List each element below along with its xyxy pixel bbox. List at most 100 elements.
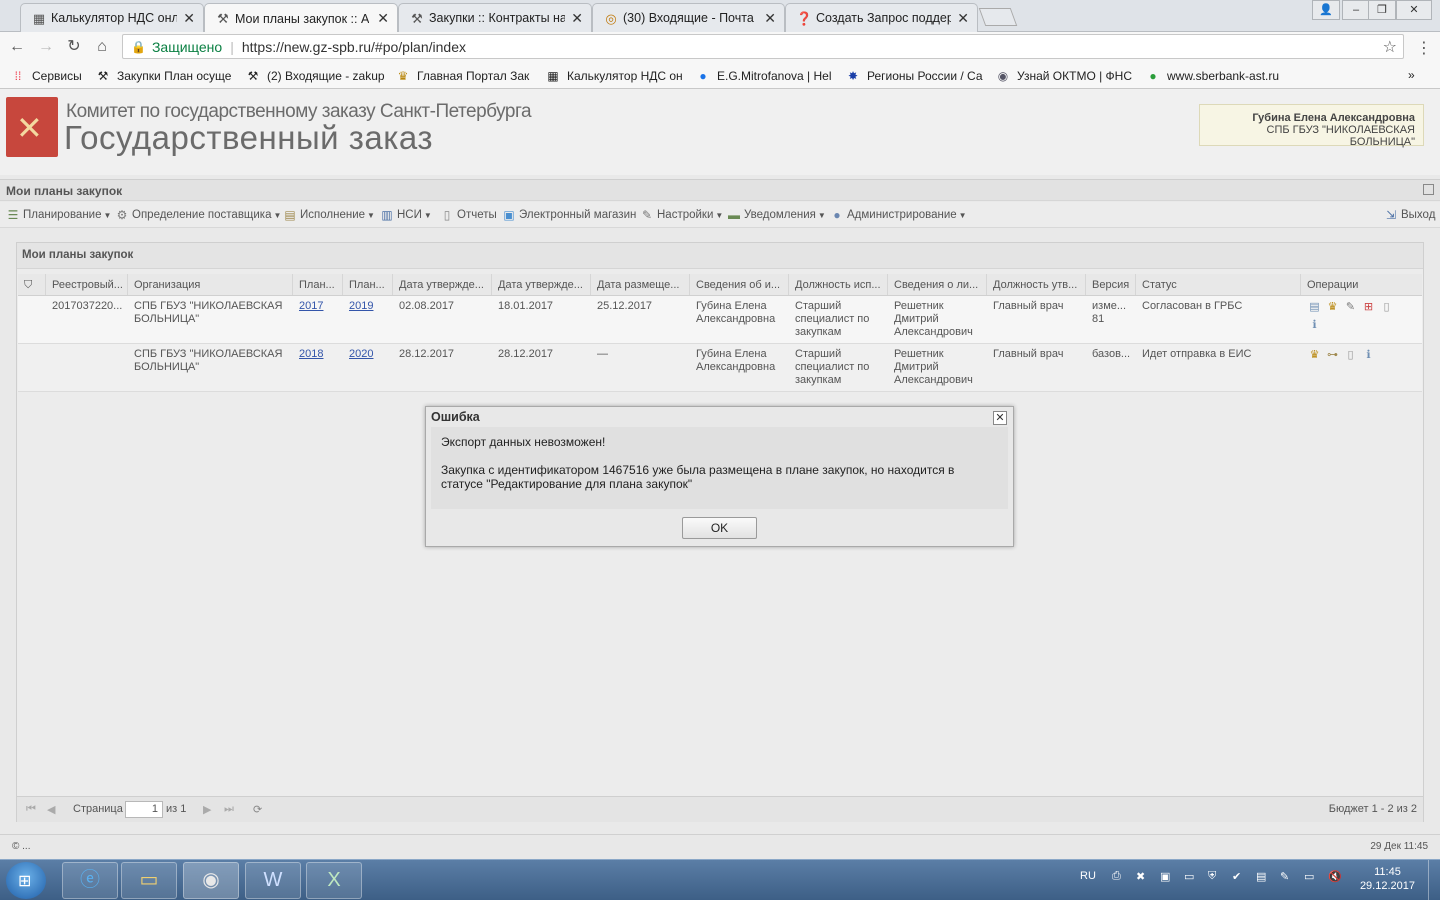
prev-page-icon[interactable]: ◀ — [47, 803, 55, 816]
column-header-approver-position[interactable]: Должность утв... — [987, 274, 1086, 295]
back-arrow-icon[interactable]: ← — [7, 37, 27, 57]
tab-contracts[interactable]: ⚒ Закупки :: Контракты на ✕ — [398, 3, 592, 32]
close-tab-icon[interactable]: ✕ — [764, 10, 776, 27]
column-header-approval-date-1[interactable]: Дата утвержде... — [393, 274, 492, 295]
bookmark-oktmo[interactable]: ◉ Узнай ОКТМО | ФНС — [995, 68, 1132, 84]
menu-supplier-selection[interactable]: ⚙ Определение поставщика ▼ — [115, 208, 282, 222]
tab-support-request[interactable]: ❓ Создать Запрос поддер ✕ — [785, 3, 978, 32]
plan-to-link[interactable]: 2019 — [349, 300, 373, 312]
column-header-registry[interactable]: Реестровый... — [46, 274, 128, 295]
table-row[interactable]: 2017037220... СПБ ГБУЗ "НИКОЛАЕВСКАЯ БОЛ… — [18, 296, 1422, 344]
column-header-status[interactable]: Статус — [1136, 274, 1301, 295]
tray-app-icon[interactable]: ▣ — [1160, 870, 1170, 883]
shield-icon[interactable]: ⛨ — [1208, 870, 1216, 883]
logout-button[interactable]: ⇲ Выход — [1384, 208, 1435, 222]
menu-notifications[interactable]: ▬ Уведомления ▼ — [727, 208, 826, 222]
start-button[interactable]: ⊞ — [6, 862, 46, 899]
forward-arrow-icon[interactable]: → — [36, 37, 56, 57]
bookmark-inbox-zakup[interactable]: ⚒ (2) Входящие - zakup — [245, 68, 385, 84]
bookmark-portal[interactable]: ♛ Главная Портал Зак — [395, 68, 530, 84]
bookmark-mitrofanova[interactable]: ● E.G.Mitrofanova | Hel — [695, 68, 831, 84]
edit-pencil-icon[interactable]: ✎ — [1343, 300, 1358, 315]
security-check-icon[interactable]: ✔ — [1232, 870, 1241, 883]
system-clock[interactable]: 11:45 29.12.2017 — [1360, 865, 1415, 893]
add-row-icon[interactable]: ⊞ — [1361, 300, 1376, 315]
printer-icon[interactable]: ⎙ — [1112, 870, 1121, 883]
close-tab-icon[interactable]: ✕ — [183, 10, 195, 27]
close-window-button[interactable]: ✕ — [1396, 0, 1432, 20]
tab-procurement-plans[interactable]: ⚒ Мои планы закупок :: А ✕ — [204, 3, 398, 33]
collapse-panel-button[interactable] — [1423, 184, 1434, 195]
show-desktop-button[interactable] — [1428, 860, 1440, 900]
close-icon[interactable]: ✕ — [993, 411, 1007, 425]
menu-reports[interactable]: ▯ Отчеты — [440, 208, 497, 222]
emblem-icon[interactable]: ♛ — [1325, 300, 1340, 315]
bookmark-services[interactable]: ⁞⁞ Сервисы — [10, 68, 82, 84]
plan-to-link[interactable]: 2020 — [349, 348, 373, 360]
internet-explorer-icon[interactable]: ⓔ — [62, 862, 118, 899]
column-header-approval-date-2[interactable]: Дата утвержде... — [492, 274, 591, 295]
antivirus-icon[interactable]: ✎ — [1280, 870, 1289, 883]
display-icon[interactable]: ▭ — [1304, 870, 1314, 883]
excel-icon[interactable]: X — [306, 862, 362, 899]
ok-button[interactable]: OK — [682, 517, 757, 539]
export-document-icon[interactable]: ▤ — [1307, 300, 1322, 315]
tab-inbox[interactable]: ◎ (30) Входящие - Почта ✕ — [592, 3, 785, 32]
new-tab-button[interactable] — [978, 8, 1018, 26]
column-header-version[interactable]: Версия — [1086, 274, 1136, 295]
word-icon[interactable]: W — [245, 862, 301, 899]
bookmark-vat-calculator[interactable]: ▦ Калькулятор НДС он — [545, 68, 682, 84]
network-error-icon[interactable]: ✖ — [1136, 870, 1145, 883]
column-header-executor-info[interactable]: Сведения об и... — [690, 274, 789, 295]
device-icon[interactable]: ▭ — [1184, 870, 1194, 883]
column-header-plan-from[interactable]: План... — [293, 274, 343, 295]
table-row[interactable]: СПБ ГБУЗ "НИКОЛАЕВСКАЯ БОЛЬНИЦА" 2018 20… — [18, 344, 1422, 392]
last-page-icon[interactable]: ⏭ — [224, 803, 234, 816]
browser-menu-icon[interactable]: ⋮ — [1416, 38, 1432, 58]
close-tab-icon[interactable]: ✕ — [377, 10, 389, 27]
info-icon[interactable]: ℹ — [1361, 348, 1376, 363]
chrome-icon[interactable]: ◉ — [183, 862, 239, 899]
profile-icon[interactable]: 👤 — [1312, 0, 1340, 20]
bookmark-sberbank-ast[interactable]: ● www.sberbank-ast.ru — [1145, 68, 1279, 84]
column-header-approver-info[interactable]: Сведения о ли... — [888, 274, 987, 295]
url-input[interactable]: 🔒 Защищено | https://new.gz-spb.ru/#po/p… — [122, 34, 1404, 59]
bookmarks-overflow-icon[interactable]: » — [1408, 68, 1415, 82]
bookmark-star-icon[interactable]: ☆ — [1383, 37, 1397, 57]
language-indicator[interactable]: RU — [1080, 870, 1096, 882]
column-header-executor-position[interactable]: Должность исп... — [789, 274, 888, 295]
bookmark-regions[interactable]: ✸ Регионы России / Са — [845, 68, 983, 84]
tab-vat-calculator[interactable]: ▦ Калькулятор НДС онлай ✕ — [20, 3, 204, 32]
close-tab-icon[interactable]: ✕ — [957, 10, 969, 27]
menu-e-shop[interactable]: ▣ Электронный магазин — [502, 208, 636, 222]
menu-execution[interactable]: ▤ Исполнение ▼ — [283, 208, 375, 222]
column-header-plan-to[interactable]: План... — [343, 274, 393, 295]
plan-from-link[interactable]: 2017 — [299, 300, 323, 312]
page-number-input[interactable]: 1 — [125, 801, 163, 818]
filter-column-header[interactable]: ⛉ — [18, 274, 46, 295]
tree-icon[interactable]: ⊶ — [1325, 348, 1340, 363]
info-icon[interactable]: ℹ — [1307, 318, 1322, 333]
refresh-icon[interactable]: ⟳ — [253, 803, 262, 816]
restore-button[interactable]: ❐ — [1368, 0, 1396, 20]
plan-from-link[interactable]: 2018 — [299, 348, 323, 360]
menu-settings[interactable]: ✎ Настройки ▼ — [640, 208, 723, 222]
minimize-button[interactable]: – — [1342, 0, 1370, 20]
home-icon[interactable]: ⌂ — [92, 37, 112, 57]
close-tab-icon[interactable]: ✕ — [571, 10, 583, 27]
volume-muted-icon[interactable]: 🔇 — [1328, 870, 1342, 883]
document-icon[interactable]: ▯ — [1379, 300, 1394, 315]
column-header-publish-date[interactable]: Дата размеще... — [591, 274, 690, 295]
first-page-icon[interactable]: ⏮ — [26, 803, 36, 816]
tray-utility-icon[interactable]: ▤ — [1256, 870, 1266, 883]
bookmark-procurement-plan[interactable]: ⚒ Закупки План осуще — [95, 68, 232, 84]
emblem-icon[interactable]: ♛ — [1307, 348, 1322, 363]
file-explorer-icon[interactable]: ▭ — [121, 862, 177, 899]
column-header-organization[interactable]: Организация — [128, 274, 293, 295]
document-icon[interactable]: ▯ — [1343, 348, 1358, 363]
menu-reference[interactable]: ▥ НСИ ▼ — [380, 208, 431, 222]
next-page-icon[interactable]: ▶ — [203, 803, 211, 816]
menu-administration[interactable]: ● Администрирование ▼ — [830, 208, 966, 222]
reload-icon[interactable]: ↻ — [64, 37, 84, 57]
menu-planning[interactable]: ☰ Планирование ▼ — [6, 208, 112, 222]
